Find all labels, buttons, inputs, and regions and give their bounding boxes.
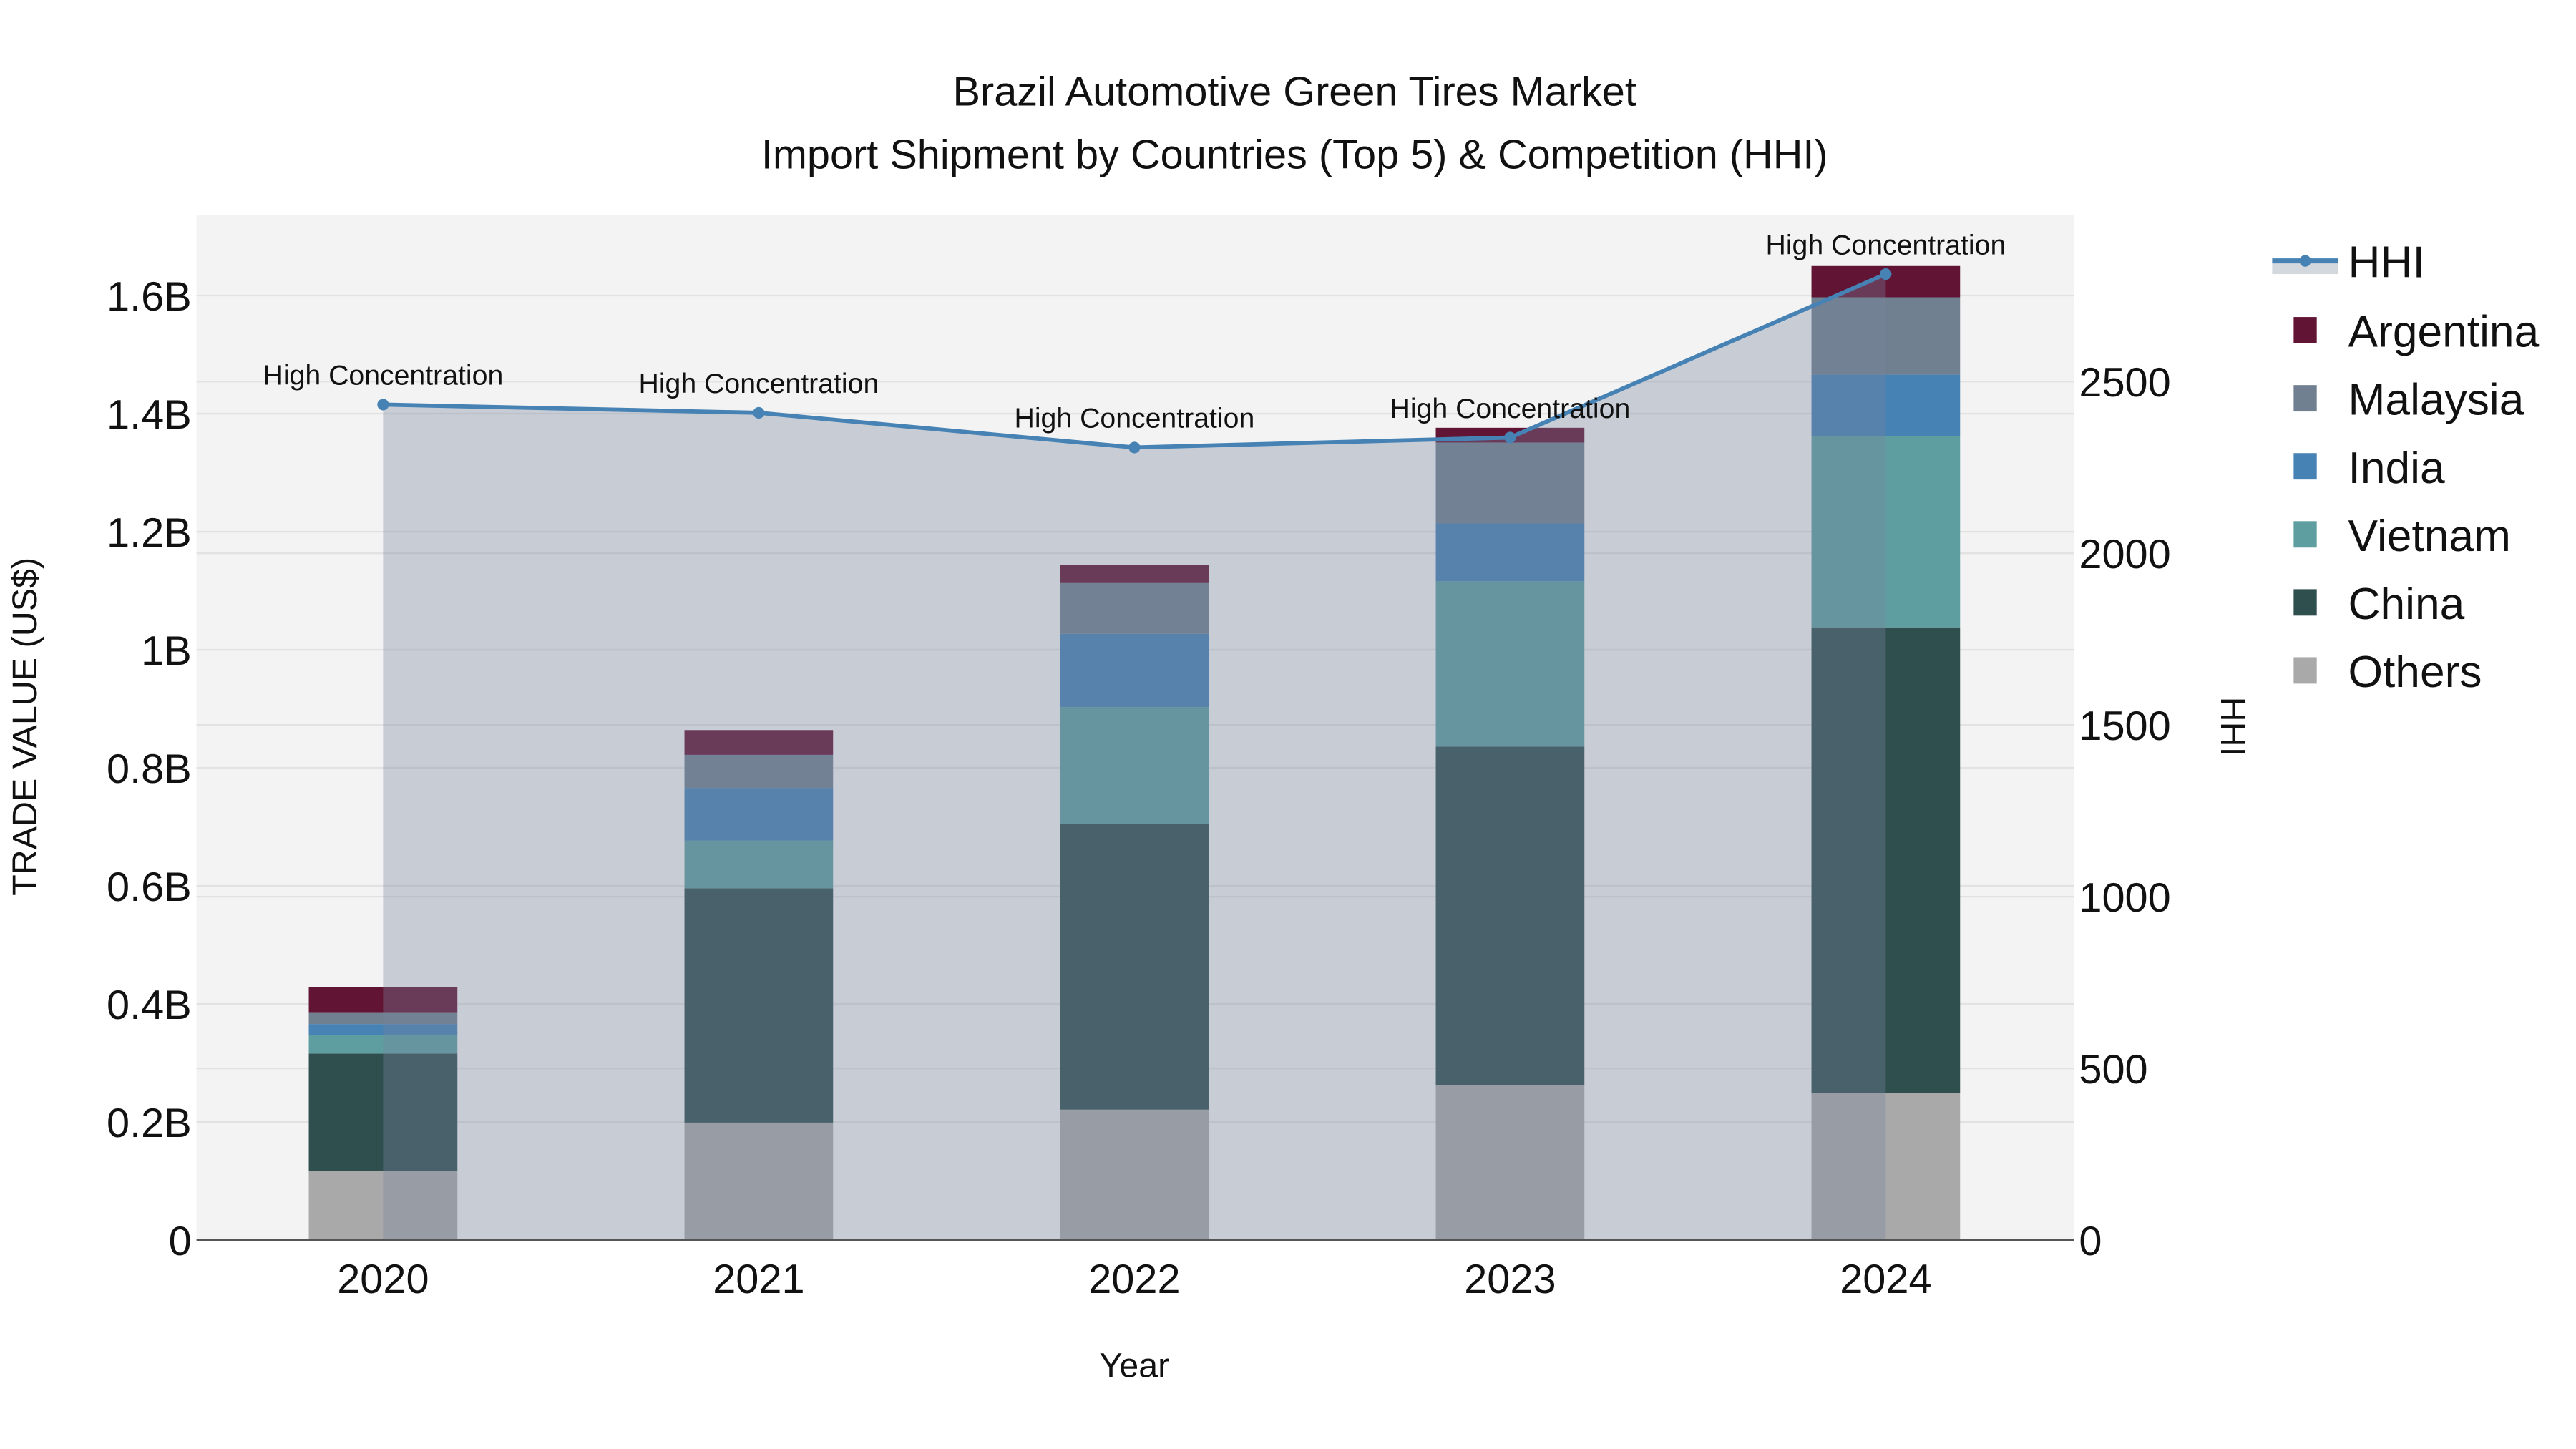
x-tick-label: 2020: [337, 1257, 429, 1302]
legend-label-argentina: Argentina: [2348, 308, 2540, 357]
y-tick-label: 1.2B: [107, 510, 192, 556]
x-tick-label: 2024: [1840, 1257, 1931, 1302]
y-tick-label: 1.6B: [107, 274, 192, 320]
y2-axis-ticks: 0 500 1000 1500 2000 2500: [2079, 360, 2170, 1264]
y-tick-label: 0.4B: [107, 982, 192, 1028]
legend: HHI Argentina Malaysia India Vietnam China Oth…: [2272, 238, 2540, 697]
y2-tick-label: 500: [2079, 1047, 2147, 1093]
hhi-point-2020: [377, 399, 389, 411]
x-tick-label: 2022: [1088, 1257, 1180, 1302]
y-tick-label: 0: [169, 1219, 192, 1264]
y-tick-label: 1B: [141, 628, 192, 674]
legend-swatch-argentina: [2293, 317, 2317, 343]
y-tick-label: 1.4B: [107, 392, 192, 438]
legend-swatch-others: [2293, 657, 2317, 684]
x-axis-label: Year: [1099, 1347, 1169, 1385]
legend-label-china: China: [2348, 580, 2465, 629]
y2-tick-label: 1000: [2079, 875, 2170, 921]
chart: High Concentration High Concentration High…: [6, 69, 2540, 1385]
x-axis-ticks: 2020 2021 2022 2023 2024: [337, 1257, 1931, 1302]
y-axis-label: TRADE VALUE (US$): [6, 557, 44, 896]
chart-title-line2: Import Shipment by Countries (Top 5) & C…: [761, 132, 1828, 177]
y-tick-label: 0.2B: [107, 1101, 192, 1146]
hhi-annotation: High Concentration: [639, 368, 879, 399]
y-tick-label: 0.6B: [107, 864, 192, 910]
y2-tick-label: 2000: [2079, 532, 2170, 577]
hhi-annotation: High Concentration: [1390, 393, 1631, 424]
y2-tick-label: 0: [2079, 1219, 2102, 1264]
legend-swatch-vietnam: [2293, 521, 2317, 548]
x-tick-label: 2021: [713, 1257, 804, 1302]
y-axis-ticks: 0 0.2B 0.4B 0.6B 0.8B 1B 1.2B 1.4B 1.6B: [107, 274, 192, 1264]
hhi-annotation: High Concentration: [263, 360, 504, 391]
legend-swatch-malaysia: [2293, 385, 2317, 412]
hhi-point-2022: [1128, 441, 1141, 454]
hhi-annotation: High Concentration: [1015, 403, 1255, 434]
legend-label-india: India: [2348, 444, 2445, 493]
legend-hhi-marker-icon: [2299, 255, 2311, 267]
hhi-point-2024: [1880, 268, 1892, 280]
y2-axis-label: HHI: [2213, 697, 2252, 756]
y2-tick-label: 1500: [2079, 703, 2170, 749]
legend-swatch-china: [2293, 589, 2317, 616]
legend-swatch-india: [2293, 453, 2317, 480]
chart-title-line1: Brazil Automotive Green Tires Market: [953, 69, 1636, 115]
hhi-point-2021: [753, 406, 765, 419]
legend-label-hhi: HHI: [2348, 238, 2425, 288]
legend-label-malaysia: Malaysia: [2348, 376, 2524, 425]
y-tick-label: 0.8B: [107, 746, 192, 792]
hhi-point-2023: [1504, 431, 1516, 444]
x-tick-label: 2023: [1464, 1257, 1556, 1302]
y2-tick-label: 2500: [2079, 360, 2170, 406]
legend-label-others: Others: [2348, 648, 2482, 697]
hhi-annotation: High Concentration: [1766, 229, 2006, 260]
legend-label-vietnam: Vietnam: [2348, 512, 2511, 561]
